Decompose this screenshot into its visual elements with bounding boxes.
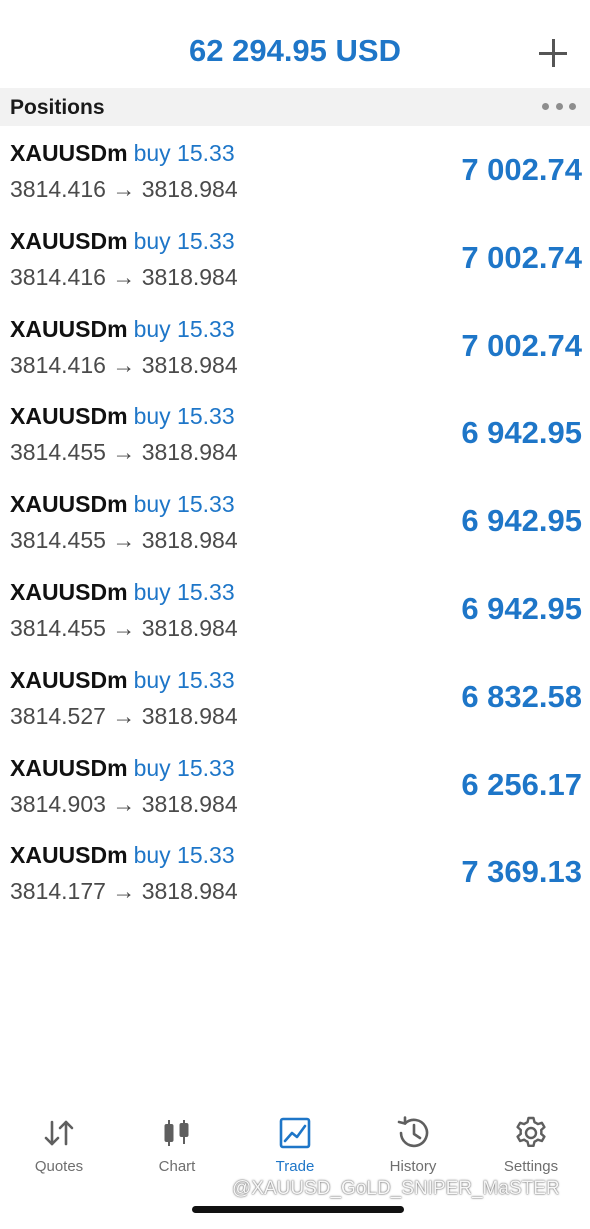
positions-section-header: Positions xyxy=(0,88,590,126)
position-profit: 7 002.74 xyxy=(461,239,582,275)
position-prices: 3814.416 → 3818.984 xyxy=(10,351,238,378)
position-symbol: XAUUSDm xyxy=(10,491,128,518)
section-title: Positions xyxy=(10,96,105,119)
position-symbol: XAUUSDm xyxy=(10,227,128,254)
tab-chart[interactable]: Chart xyxy=(118,1108,236,1178)
tab-history[interactable]: History xyxy=(354,1108,472,1178)
trade-line-chart-icon xyxy=(279,1117,311,1149)
bottom-tab-bar: Quotes Chart Trade History Settings xyxy=(0,1108,590,1188)
position-prices: 3814.455 → 3818.984 xyxy=(10,614,238,641)
position-row[interactable]: XAUUSDm buy 15.33 3814.177 → 3818.984 7 3… xyxy=(0,834,590,922)
position-symbol: XAUUSDm xyxy=(10,842,128,869)
position-profit: 7 002.74 xyxy=(461,327,582,363)
position-profit: 6 832.58 xyxy=(461,678,582,714)
position-symbol: XAUUSDm xyxy=(10,315,128,342)
position-prices: 3814.416 → 3818.984 xyxy=(10,263,238,290)
position-side-volume: buy 15.33 xyxy=(133,227,235,254)
add-order-button[interactable] xyxy=(536,36,570,70)
history-clock-icon xyxy=(397,1116,429,1148)
position-prices: 3814.903 → 3818.984 xyxy=(10,790,238,817)
position-profit: 6 942.95 xyxy=(461,415,582,451)
position-prices: 3814.177 → 3818.984 xyxy=(10,878,238,905)
position-side-volume: buy 15.33 xyxy=(133,140,235,166)
position-row[interactable]: XAUUSDm buy 15.33 3814.455 → 3818.984 6 9… xyxy=(0,483,590,571)
tab-label: History xyxy=(389,1158,437,1175)
watermark: @XAUUSD_GoLD_SNIPER_MaSTER xyxy=(232,1178,560,1199)
position-symbol: XAUUSDm xyxy=(10,578,128,605)
tab-label: Chart xyxy=(158,1158,196,1175)
position-row[interactable]: XAUUSDm buy 15.33 3814.455 → 3818.984 6 9… xyxy=(0,571,590,659)
tab-quotes[interactable]: Quotes xyxy=(0,1108,118,1178)
position-side-volume: buy 15.33 xyxy=(133,578,235,605)
position-row[interactable]: XAUUSDm buy 15.33 3814.527 → 3818.984 6 8… xyxy=(0,659,590,747)
positions-list: XAUUSDm buy 15.33 3814.416 → 3818.984 7 0… xyxy=(0,132,590,922)
tab-settings[interactable]: Settings xyxy=(472,1108,590,1178)
position-row[interactable]: XAUUSDm buy 15.33 3814.416 → 3818.984 7 0… xyxy=(0,308,590,396)
position-symbol: XAUUSDm xyxy=(10,754,128,781)
position-side-volume: buy 15.33 xyxy=(133,842,235,869)
position-side-volume: buy 15.33 xyxy=(133,315,235,342)
account-balance: 62 294.95 USD xyxy=(189,33,401,68)
tab-label: Settings xyxy=(503,1158,559,1175)
position-profit: 7 369.13 xyxy=(461,854,582,890)
quotes-arrows-icon xyxy=(44,1120,74,1146)
position-symbol: XAUUSDm xyxy=(10,666,128,693)
more-options-icon[interactable] xyxy=(542,103,576,113)
header: 62 294.95 USD xyxy=(0,0,590,88)
position-row[interactable]: XAUUSDm buy 15.33 3814.455 → 3818.984 6 9… xyxy=(0,395,590,483)
position-row[interactable]: XAUUSDm buy 15.33 3814.416 → 3818.984 7 0… xyxy=(0,220,590,308)
position-side-volume: buy 15.33 xyxy=(133,754,235,781)
position-prices: 3814.455 → 3818.984 xyxy=(10,439,238,466)
position-row[interactable]: XAUUSDm buy 15.33 3814.903 → 3818.984 6 2… xyxy=(0,747,590,835)
home-indicator[interactable] xyxy=(192,1206,404,1213)
position-prices: 3814.527 → 3818.984 xyxy=(10,702,238,729)
position-side-volume: buy 15.33 xyxy=(133,403,235,430)
tab-label: Quotes xyxy=(34,1158,84,1175)
position-profit: 6 256.17 xyxy=(461,766,582,802)
position-profit: 6 942.95 xyxy=(461,590,582,626)
position-row[interactable]: XAUUSDm buy 15.33 3814.416 → 3818.984 7 0… xyxy=(0,132,590,220)
candlestick-chart-icon xyxy=(164,1120,189,1146)
position-symbol: XAUUSDm xyxy=(10,403,128,430)
position-prices: 3814.455 → 3818.984 xyxy=(10,527,238,554)
position-side-volume: buy 15.33 xyxy=(133,491,235,518)
position-prices: 3814.416 → 3818.984 xyxy=(10,176,238,202)
position-symbol: XAUUSDm xyxy=(10,140,128,166)
position-profit: 7 002.74 xyxy=(461,152,582,187)
tab-label: Trade xyxy=(275,1158,315,1175)
tab-trade[interactable]: Trade xyxy=(236,1108,354,1178)
position-profit: 6 942.95 xyxy=(461,503,582,539)
settings-gear-icon xyxy=(516,1116,546,1147)
position-side-volume: buy 15.33 xyxy=(133,666,235,693)
